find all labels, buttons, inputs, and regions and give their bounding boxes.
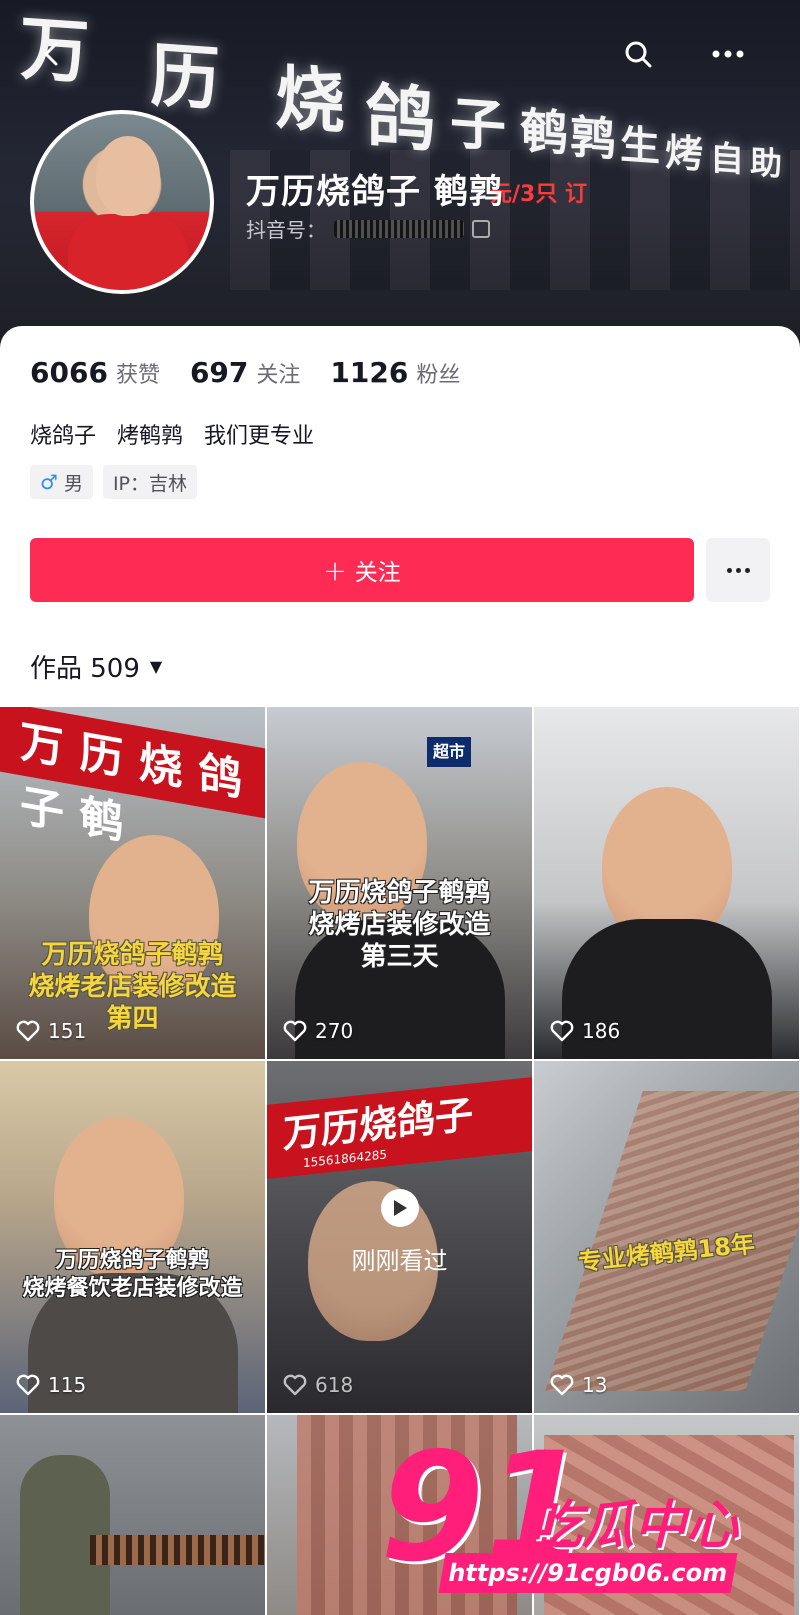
search-button[interactable]: [610, 26, 666, 82]
works-tab[interactable]: 作品 509 ▼: [30, 648, 162, 685]
heart-icon: [283, 1020, 307, 1042]
stat-likes-label: 获赞: [115, 363, 160, 388]
video-tile[interactable]: 超市 万历烧鸽子鹌鹑 烧烤店装修改造 第三天 270: [267, 707, 532, 1059]
watermark-url: https://91cgb06.com: [438, 1553, 738, 1593]
stat-following-count: 697: [189, 356, 249, 389]
video-tile[interactable]: 万历烧鸽子 15561864285 刚刚看过 618: [267, 1061, 532, 1413]
stat-following[interactable]: 697 关注: [190, 356, 300, 389]
sign-char: 自: [710, 138, 744, 181]
like-count: 270: [283, 1019, 353, 1043]
video-caption: 万历烧鸽子鹌鹑 烧烤店装修改造 第三天: [308, 878, 491, 972]
avatar[interactable]: [30, 110, 214, 294]
video-caption: 万历烧鸽子鹌鹑 烧烤餐饮老店装修改造: [22, 1248, 243, 1301]
douyin-id-label: 抖音号：: [246, 218, 326, 242]
caret-down-icon: ▼: [149, 657, 163, 676]
video-tile[interactable]: 万 历 烧 鸽 子 鹌 万历烧鸽子鹌鹑 烧烤老店装修改造 第四 151: [0, 707, 265, 1059]
ip-label: IP：吉林: [112, 472, 188, 495]
works-label: 作品 509: [30, 654, 140, 684]
like-count: 186: [550, 1019, 620, 1043]
like-count-value: 186: [582, 1019, 621, 1043]
sign-char: 鹑: [570, 109, 616, 167]
video-tile[interactable]: 专业烤鹌鹑18年 13: [534, 1061, 799, 1413]
sign-char: 烧: [275, 55, 345, 144]
shop-sign: 万历烧鸽子 15561864285: [267, 1077, 532, 1179]
stat-followers[interactable]: 1126 粉丝: [330, 356, 460, 389]
douyin-id-redacted: [334, 219, 464, 238]
bio: 烧鸽子 烤鹌鹑 我们更专业: [30, 424, 314, 449]
like-count-value: 270: [315, 1019, 354, 1043]
sign-char: 鹌: [520, 102, 569, 163]
more-button[interactable]: [700, 26, 756, 82]
plus-icon: +: [323, 553, 347, 587]
shop-sign: 超市: [427, 737, 471, 767]
copy-icon[interactable]: [472, 219, 490, 238]
heart-icon: [16, 1020, 40, 1042]
video-tile[interactable]: 万历烧鸽子鹌鹑 烧烤餐饮老店装修改造 115: [0, 1061, 265, 1413]
play-button[interactable]: [380, 1189, 419, 1227]
tag-row: ♂ 男 IP：吉林: [30, 465, 198, 499]
avatar-head: [96, 136, 160, 216]
like-count-value: 151: [48, 1019, 87, 1043]
sign-char: 烤: [665, 129, 704, 177]
more-icon: [735, 567, 741, 573]
stat-likes-count: 6066: [30, 356, 108, 389]
gender-tag: ♂ 男: [30, 465, 93, 499]
heart-icon: [283, 1374, 307, 1396]
sign-char: 生: [620, 120, 660, 171]
gender-label: 男: [63, 472, 83, 495]
douyin-id: 抖音号：: [246, 214, 490, 243]
recently-watched-label: 刚刚看过: [351, 1247, 448, 1275]
sign-char: 子: [450, 90, 506, 160]
stat-followers-label: 粉丝: [416, 363, 461, 388]
back-button[interactable]: [24, 26, 80, 82]
watermark-title: 吃瓜中心: [530, 1496, 739, 1556]
play-icon: [393, 1200, 407, 1216]
more-icon: [726, 567, 732, 573]
shop-sign: 万 历 烧 鸽 子 鹌: [0, 707, 265, 849]
profile-card: 6066 获赞 697 关注 1126 粉丝 烧鸽子 烤鹌鹑 我们更专业 ♂ 男…: [0, 326, 800, 706]
video-tile[interactable]: [0, 1415, 265, 1615]
heart-icon: [16, 1374, 40, 1396]
profile-cover: 万 历 烧 鸽 子 鹌 鹑 生 烤 自 助 元/3只 订 万历烧鸽子 鹌鹑 抖音…: [0, 0, 800, 360]
male-icon: ♂: [40, 470, 58, 494]
stat-following-label: 关注: [256, 363, 301, 388]
more-icon: [712, 50, 744, 58]
profile-more-button[interactable]: [706, 538, 770, 602]
heart-icon: [550, 1374, 574, 1396]
like-count-value: 618: [315, 1373, 354, 1397]
sign-char: 鸽: [365, 74, 435, 163]
nickname: 万历烧鸽子 鹌鹑: [246, 172, 504, 212]
video-tile[interactable]: 186: [534, 707, 799, 1059]
like-count: 618: [283, 1373, 353, 1397]
follow-label: 关注: [354, 560, 401, 586]
follow-button[interactable]: + 关注: [30, 538, 694, 602]
heart-icon: [550, 1020, 574, 1042]
avatar-shirt: [68, 214, 188, 290]
stats-row: 6066 获赞 697 关注 1126 粉丝: [30, 356, 460, 389]
back-icon: [44, 42, 58, 66]
more-icon: [744, 567, 750, 573]
search-icon: [625, 41, 652, 68]
sign-char: 助: [750, 143, 783, 184]
like-count-value: 115: [48, 1373, 87, 1397]
stat-followers-count: 1126: [330, 356, 409, 389]
watermark: 91 吃瓜中心 https://91cgb06.com: [380, 1433, 800, 1615]
sign-char: 历: [150, 33, 220, 121]
like-count-value: 13: [582, 1373, 608, 1397]
stat-likes[interactable]: 6066 获赞: [30, 356, 160, 389]
grill: [90, 1535, 265, 1565]
like-count: 151: [16, 1019, 86, 1043]
like-count: 115: [16, 1373, 86, 1397]
ip-tag: IP：吉林: [102, 465, 198, 499]
like-count: 13: [550, 1373, 607, 1397]
